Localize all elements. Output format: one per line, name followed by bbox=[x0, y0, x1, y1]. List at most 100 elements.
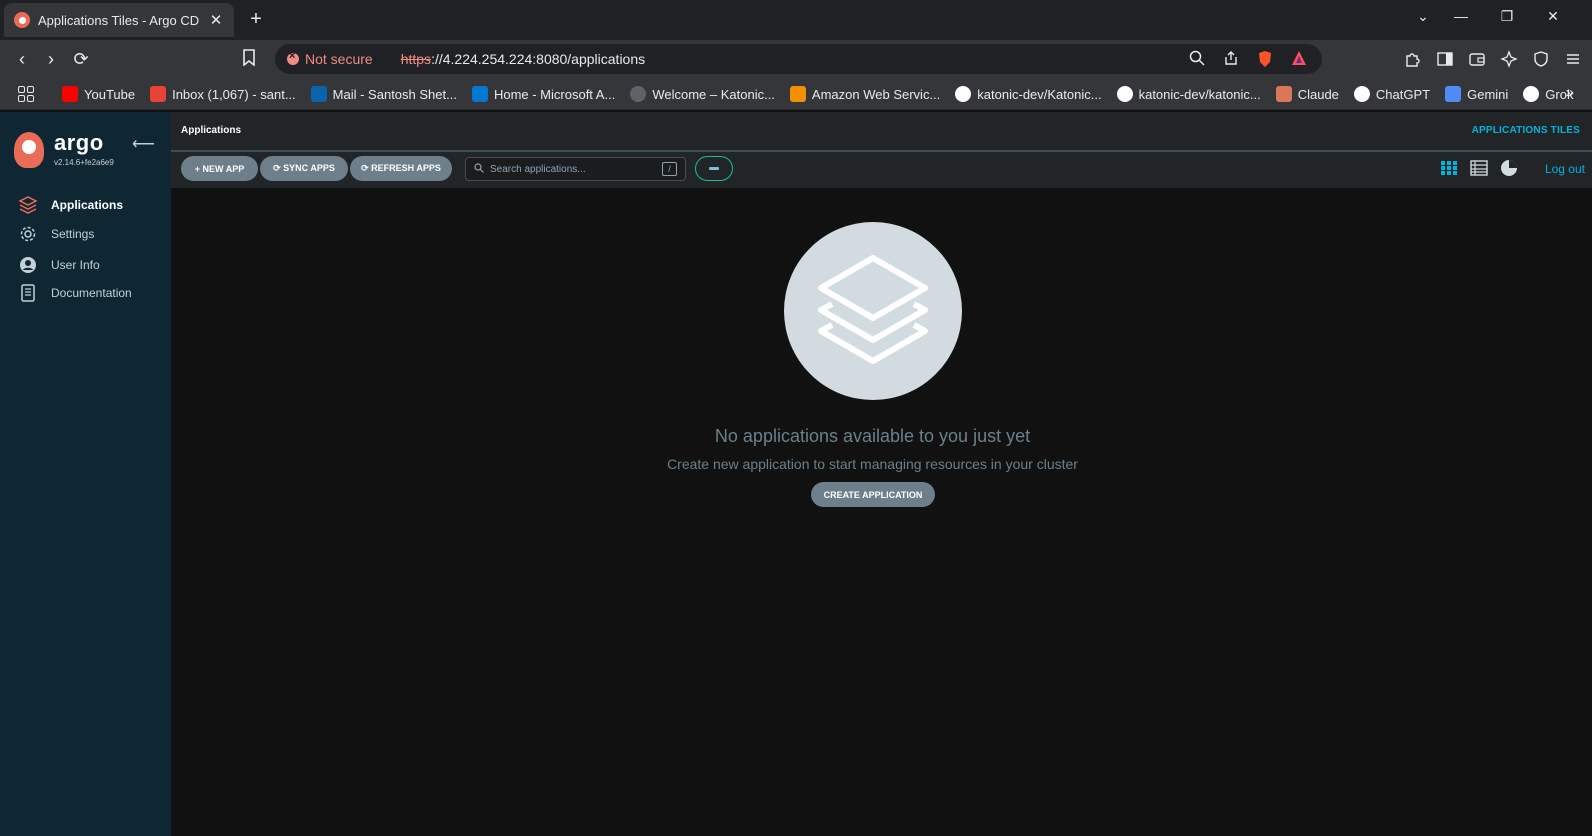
github-icon bbox=[955, 86, 972, 102]
bookmark-label: Welcome – Katonic... bbox=[652, 86, 775, 102]
bookmark-label: Home - Microsoft A... bbox=[493, 86, 616, 102]
apps-grid-icon[interactable] bbox=[18, 86, 34, 102]
bookmark-item[interactable]: Welcome – Katonic... bbox=[630, 86, 775, 102]
browser-toolbar: ‹ › ⟳ Not secure https ://4.224.254.224:… bbox=[0, 40, 1592, 78]
layers-icon bbox=[18, 195, 38, 215]
empty-state-title: No applications available to you just ye… bbox=[714, 426, 1031, 446]
security-label[interactable]: Not secure bbox=[305, 51, 373, 67]
sidebar-item-documentation[interactable]: Documentation bbox=[18, 283, 132, 303]
gear-icon bbox=[18, 224, 38, 244]
argo-logo[interactable]: argo v2.14.6+fe2a6e9 bbox=[14, 130, 114, 168]
filters-toggle-button[interactable] bbox=[695, 156, 733, 181]
bookmark-item[interactable]: ChatGPT bbox=[1353, 86, 1431, 102]
vpn-icon[interactable] bbox=[1532, 50, 1550, 68]
argo-octopus-icon bbox=[14, 132, 44, 168]
user-icon bbox=[18, 255, 38, 275]
bookmark-label: Claude bbox=[1297, 86, 1339, 102]
address-bar[interactable]: Not secure https ://4.224.254.224:8080/a… bbox=[275, 44, 1322, 74]
summary-view-icon[interactable] bbox=[1500, 159, 1518, 177]
sidebar-toggle-icon[interactable] bbox=[1436, 50, 1454, 68]
logo-text: argo bbox=[54, 130, 104, 155]
applications-toolbar: + NEW APP ⟳ SYNC APPS ⟳ REFRESH APPS / L… bbox=[171, 152, 1592, 188]
new-app-button[interactable]: + NEW APP bbox=[181, 156, 258, 181]
youtube-icon bbox=[62, 86, 78, 102]
extensions-icon[interactable] bbox=[1404, 50, 1422, 68]
forward-icon[interactable]: › bbox=[40, 49, 62, 69]
url-text: ://4.224.254.224:8080/applications bbox=[431, 51, 646, 67]
search-shortcut-hint: / bbox=[662, 162, 677, 176]
sidebar-item-label: Settings bbox=[51, 227, 95, 241]
reload-icon[interactable]: ⟳ bbox=[70, 49, 92, 69]
sidebar-item-label: Applications bbox=[51, 198, 124, 212]
wallet-icon[interactable] bbox=[1468, 50, 1486, 68]
zoom-icon[interactable] bbox=[1188, 50, 1206, 68]
menu-icon[interactable] bbox=[1564, 50, 1582, 68]
bookmark-label: ChatGPT bbox=[1375, 86, 1431, 102]
filter-icon bbox=[709, 167, 719, 170]
restore-icon[interactable]: ❐ bbox=[1495, 8, 1519, 25]
bookmark-icon[interactable] bbox=[238, 49, 260, 70]
bookmark-label: Mail - Santosh Shet... bbox=[332, 86, 457, 102]
aws-icon bbox=[789, 86, 806, 102]
more-bookmarks-icon[interactable]: » bbox=[1566, 84, 1574, 101]
brave-shields-icon[interactable] bbox=[1256, 50, 1274, 68]
breadcrumb[interactable]: Applications bbox=[181, 125, 241, 136]
minimize-icon[interactable]: — bbox=[1449, 8, 1473, 24]
bookmark-item[interactable]: Inbox (1,067) - sant... bbox=[150, 86, 296, 102]
not-secure-icon bbox=[287, 50, 299, 65]
tiles-view-icon[interactable] bbox=[1440, 159, 1458, 177]
sidebar-item-label: User Info bbox=[51, 258, 100, 272]
bookmark-item[interactable]: Amazon Web Servic... bbox=[789, 86, 941, 102]
outlook-icon bbox=[310, 86, 327, 102]
bookmark-item[interactable]: Gemini bbox=[1445, 86, 1508, 102]
sidebar-item-user-info[interactable]: User Info bbox=[18, 255, 100, 275]
sidebar-item-settings[interactable]: Settings bbox=[18, 224, 94, 244]
bookmark-item[interactable]: katonic-dev/katonic... bbox=[1116, 86, 1261, 102]
url-scheme: https bbox=[400, 51, 432, 67]
new-tab-button[interactable]: + bbox=[246, 8, 266, 31]
bookmark-item[interactable]: Home - Microsoft A... bbox=[471, 86, 616, 102]
sidebar-item-label: Documentation bbox=[51, 286, 132, 300]
search-input[interactable] bbox=[490, 163, 662, 175]
back-icon[interactable]: ‹ bbox=[11, 49, 33, 69]
page-title: APPLICATIONS TILES bbox=[1471, 125, 1580, 136]
bookmark-item[interactable]: YouTube bbox=[62, 86, 135, 102]
share-icon[interactable] bbox=[1222, 50, 1240, 68]
bookmark-item[interactable]: Mail - Santosh Shet... bbox=[310, 86, 457, 102]
chatgpt-icon bbox=[1353, 86, 1370, 102]
bookmark-item[interactable]: Claude bbox=[1275, 86, 1339, 102]
claude-icon bbox=[1275, 86, 1292, 102]
search-box: / bbox=[465, 157, 686, 181]
browser-tab[interactable]: Applications Tiles - Argo CD ✕ bbox=[4, 3, 234, 37]
bookmark-item[interactable]: katonic-dev/Katonic... bbox=[955, 86, 1102, 102]
create-application-button[interactable]: CREATE APPLICATION bbox=[811, 482, 935, 507]
sidebar-item-applications[interactable]: Applications bbox=[18, 195, 123, 215]
brave-rewards-icon[interactable] bbox=[1290, 50, 1308, 68]
main-content: No applications available to you just ye… bbox=[171, 188, 1592, 836]
tab-search-icon[interactable]: ⌄ bbox=[1411, 8, 1435, 25]
sync-apps-button[interactable]: ⟳ SYNC APPS bbox=[260, 156, 348, 181]
gmail-icon bbox=[150, 86, 167, 102]
bookmark-label: Amazon Web Servic... bbox=[811, 86, 941, 102]
logout-link[interactable]: Log out bbox=[1545, 162, 1585, 176]
empty-state-subtitle: Create new application to start managing… bbox=[667, 456, 1078, 472]
bookmark-label: katonic-dev/katonic... bbox=[1138, 86, 1261, 102]
gemini-icon bbox=[1445, 86, 1462, 102]
page-header: Applications APPLICATIONS TILES bbox=[171, 112, 1592, 152]
azure-icon bbox=[471, 86, 488, 102]
refresh-apps-button[interactable]: ⟳ REFRESH APPS bbox=[350, 156, 452, 181]
search-icon bbox=[474, 162, 484, 176]
tab-title: Applications Tiles - Argo CD bbox=[38, 12, 200, 28]
collapse-sidebar-icon[interactable]: ⟵ bbox=[132, 134, 155, 154]
close-tab-icon[interactable]: ✕ bbox=[208, 11, 224, 29]
list-view-icon[interactable] bbox=[1470, 159, 1488, 177]
github-icon bbox=[1116, 86, 1133, 102]
leo-ai-icon[interactable] bbox=[1500, 50, 1518, 68]
version-label: v2.14.6+fe2a6e9 bbox=[54, 158, 114, 167]
argo-favicon-icon bbox=[14, 12, 30, 28]
empty-state-illustration bbox=[784, 222, 962, 400]
close-window-icon[interactable]: ✕ bbox=[1541, 8, 1565, 25]
sidebar: argo v2.14.6+fe2a6e9 ⟵ Applications Sett… bbox=[0, 112, 171, 836]
browser-tab-strip: Applications Tiles - Argo CD ✕ + ⌄ — ❐ ✕ bbox=[0, 0, 1592, 40]
bookmarks-bar: YouTube Inbox (1,067) - sant... Mail - San… bbox=[0, 78, 1592, 110]
